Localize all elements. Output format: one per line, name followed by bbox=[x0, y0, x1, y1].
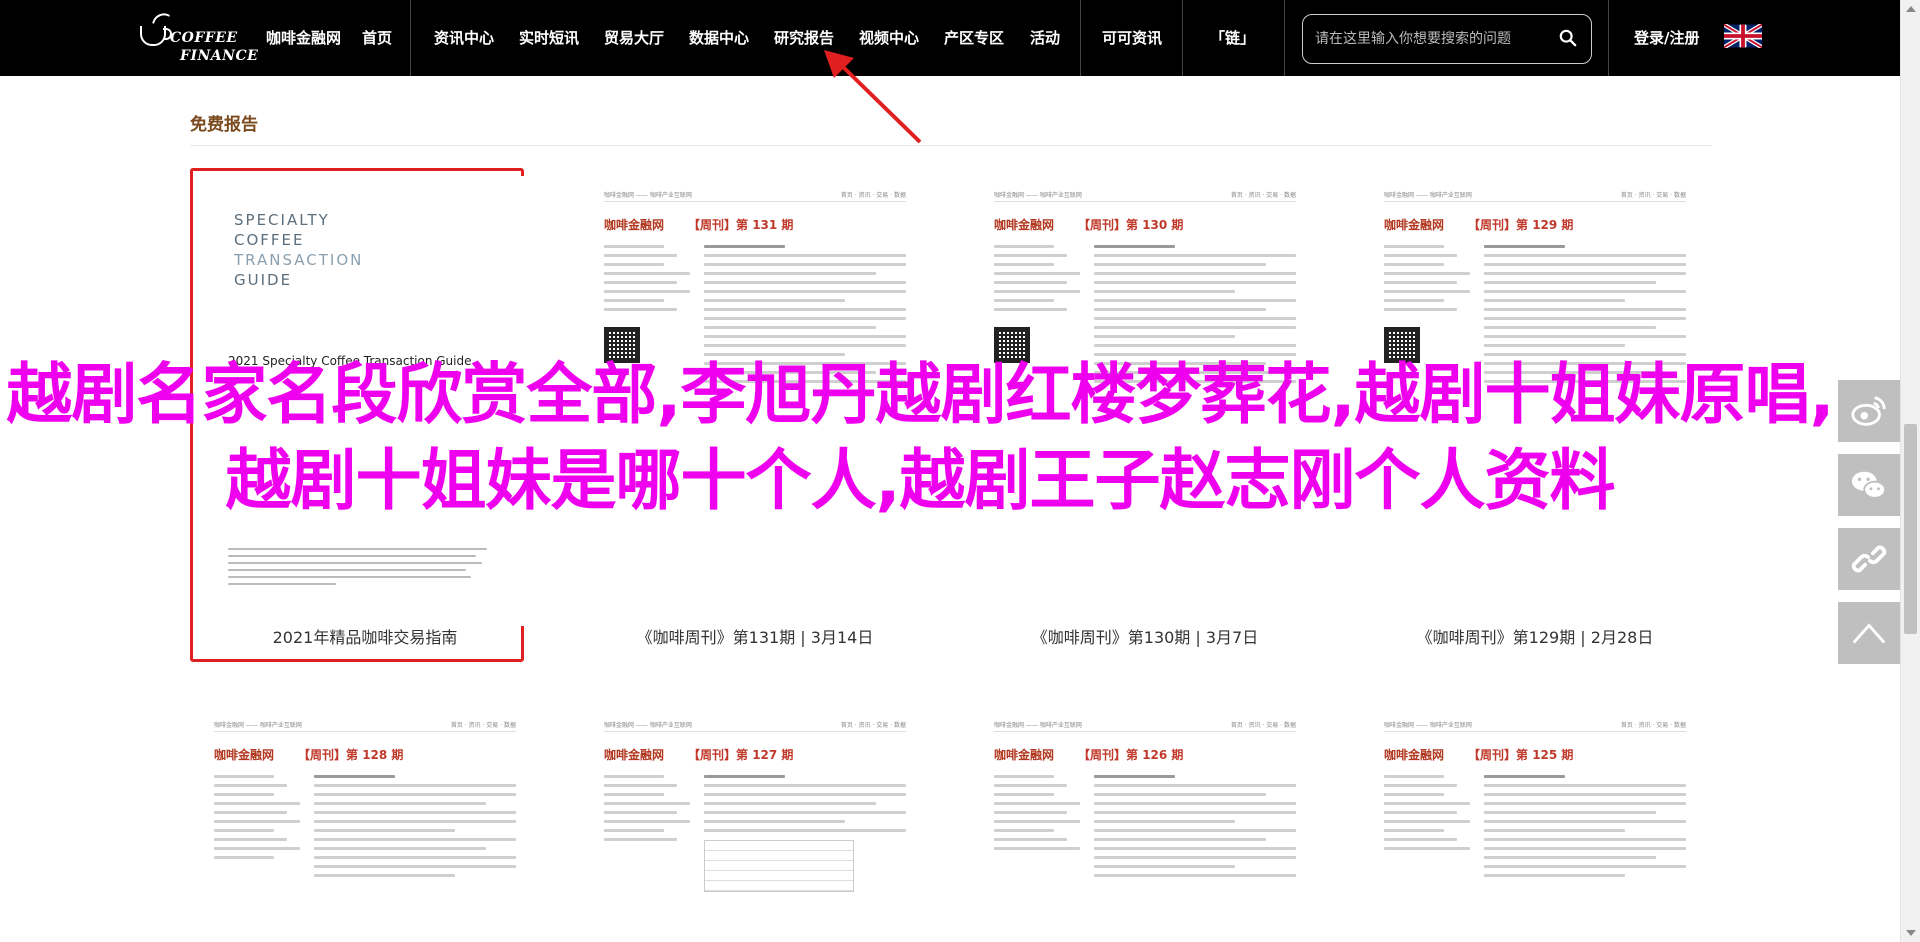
report-brand: 咖啡金融网 bbox=[994, 748, 1055, 762]
report-brand: 咖啡金融网 bbox=[1384, 218, 1445, 232]
share-wechat-button[interactable] bbox=[1838, 454, 1900, 516]
nav-news-center[interactable]: 资讯中心 bbox=[434, 0, 494, 76]
back-to-top-button[interactable] bbox=[1838, 602, 1900, 664]
report-page-thumbnail[interactable]: 咖啡金融网 —— 咖啡产业互联网 首页 · 资讯 · 交易 · 数据 咖啡金融网【… bbox=[586, 706, 924, 942]
report-issue: 【周刊】第 127 期 bbox=[688, 748, 794, 762]
search-box bbox=[1302, 14, 1592, 64]
report-caption[interactable]: 《咖啡周刊》第129期 | 2月28日 bbox=[1366, 624, 1704, 648]
cup-icon bbox=[140, 26, 172, 46]
report-issue: 【周刊】第 128 期 bbox=[298, 748, 404, 762]
back-to-top-icon bbox=[1852, 623, 1886, 644]
nav-divider bbox=[1284, 0, 1285, 76]
nav-divider bbox=[1608, 0, 1609, 76]
search-input[interactable] bbox=[1315, 27, 1545, 51]
logo-text-line2: FINANCE bbox=[180, 48, 259, 64]
scroll-down-arrow-icon[interactable] bbox=[1906, 930, 1916, 936]
report-brand: 咖啡金融网 bbox=[604, 748, 665, 762]
report-page-thumbnail[interactable]: 咖啡金融网 —— 咖啡产业互联网 首页 · 资讯 · 交易 · 数据 咖啡金融网【… bbox=[976, 706, 1314, 942]
uk-flag-icon[interactable] bbox=[1724, 24, 1762, 48]
section-title: 免费报告 bbox=[190, 115, 258, 135]
nav-events[interactable]: 活动 bbox=[1030, 0, 1060, 76]
nav-divider bbox=[410, 0, 411, 76]
report-issue: 【周刊】第 131 期 bbox=[688, 218, 794, 232]
login-register-link[interactable]: 登录/注册 bbox=[1634, 0, 1699, 76]
page-scrollbar[interactable] bbox=[1900, 0, 1920, 942]
top-navbar: COFFEE FINANCE 咖啡金融网 首页 资讯中心 实时短讯 贸易大厅 数… bbox=[0, 0, 1900, 76]
cover-title-line: COFFEE bbox=[234, 231, 305, 249]
cover-title-line: TRANSACTION bbox=[234, 251, 364, 269]
weibo-icon bbox=[1851, 396, 1886, 426]
report-card[interactable]: 咖啡金融网 —— 咖啡产业互联网 首页 · 资讯 · 交易 · 数据 咖啡金融网【… bbox=[586, 706, 924, 942]
share-weibo-button[interactable] bbox=[1838, 380, 1900, 442]
cover-title-line: SPECIALTY bbox=[234, 211, 330, 229]
wechat-icon bbox=[1851, 471, 1887, 499]
report-caption[interactable]: 《咖啡周刊》第131期 | 3月14日 bbox=[586, 624, 924, 648]
data-table-thumbnail bbox=[704, 840, 854, 892]
search-icon[interactable] bbox=[1559, 29, 1577, 47]
cover-title: SPECIALTY COFFEE TRANSACTION GUIDE bbox=[234, 210, 496, 290]
report-card[interactable]: 咖啡金融网 —— 咖啡产业互联网 首页 · 资讯 · 交易 · 数据 咖啡金融网【… bbox=[976, 706, 1314, 942]
nav-cocoa-news[interactable]: 可可资讯 bbox=[1102, 0, 1162, 76]
report-brand: 咖啡金融网 bbox=[604, 218, 665, 232]
cover-title-line: GUIDE bbox=[234, 271, 293, 289]
report-caption[interactable]: 《咖啡周刊》第130期 | 3月7日 bbox=[976, 624, 1314, 648]
nav-home[interactable]: 首页 bbox=[362, 0, 392, 76]
scroll-up-arrow-icon[interactable] bbox=[1906, 6, 1916, 12]
logo-text-line1: COFFEE bbox=[170, 30, 238, 46]
overlay-headline: 越剧名家名段欣赏全部,李旭丹越剧红楼梦葬花,越剧十姐妹原唱,越剧十姐妹是哪十个人… bbox=[6, 356, 1834, 519]
report-page-thumbnail[interactable]: 咖啡金融网 —— 咖啡产业互联网 首页 · 资讯 · 交易 · 数据 咖啡金融网【… bbox=[1366, 706, 1704, 942]
report-issue: 【周刊】第 125 期 bbox=[1468, 748, 1574, 762]
report-card[interactable]: 咖啡金融网 —— 咖啡产业互联网 首页 · 资讯 · 交易 · 数据 咖啡金融网【… bbox=[196, 706, 534, 942]
nav-divider bbox=[1080, 0, 1081, 76]
section-divider bbox=[190, 145, 1712, 146]
nav-data-center[interactable]: 数据中心 bbox=[689, 0, 749, 76]
nav-origin-zone[interactable]: 产区专区 bbox=[944, 0, 1004, 76]
report-brand: 咖啡金融网 bbox=[214, 748, 275, 762]
scrollbar-thumb[interactable] bbox=[1904, 424, 1917, 634]
nav-coffee-finance[interactable]: 咖啡金融网 bbox=[266, 0, 341, 76]
report-issue: 【周刊】第 129 期 bbox=[1468, 218, 1574, 232]
nav-flash-news[interactable]: 实时短讯 bbox=[519, 0, 579, 76]
report-issue: 【周刊】第 126 期 bbox=[1078, 748, 1184, 762]
cover-paragraph bbox=[228, 548, 498, 590]
site-logo[interactable]: COFFEE FINANCE bbox=[134, 8, 258, 68]
annotation-arrow bbox=[824, 50, 922, 144]
report-caption[interactable]: 2021年精品咖啡交易指南 bbox=[196, 624, 534, 648]
report-brand: 咖啡金融网 bbox=[1384, 748, 1445, 762]
link-icon bbox=[1851, 545, 1887, 573]
nav-trading-hall[interactable]: 贸易大厅 bbox=[604, 0, 664, 76]
nav-chain[interactable]: 「链」 bbox=[1210, 0, 1255, 76]
report-card[interactable]: 咖啡金融网 —— 咖啡产业互联网 首页 · 资讯 · 交易 · 数据 咖啡金融网【… bbox=[1366, 706, 1704, 942]
share-link-button[interactable] bbox=[1838, 528, 1900, 590]
report-brand: 咖啡金融网 bbox=[994, 218, 1055, 232]
nav-divider bbox=[1182, 0, 1183, 76]
report-issue: 【周刊】第 130 期 bbox=[1078, 218, 1184, 232]
report-page-thumbnail[interactable]: 咖啡金融网 —— 咖啡产业互联网 首页 · 资讯 · 交易 · 数据 咖啡金融网【… bbox=[196, 706, 534, 942]
